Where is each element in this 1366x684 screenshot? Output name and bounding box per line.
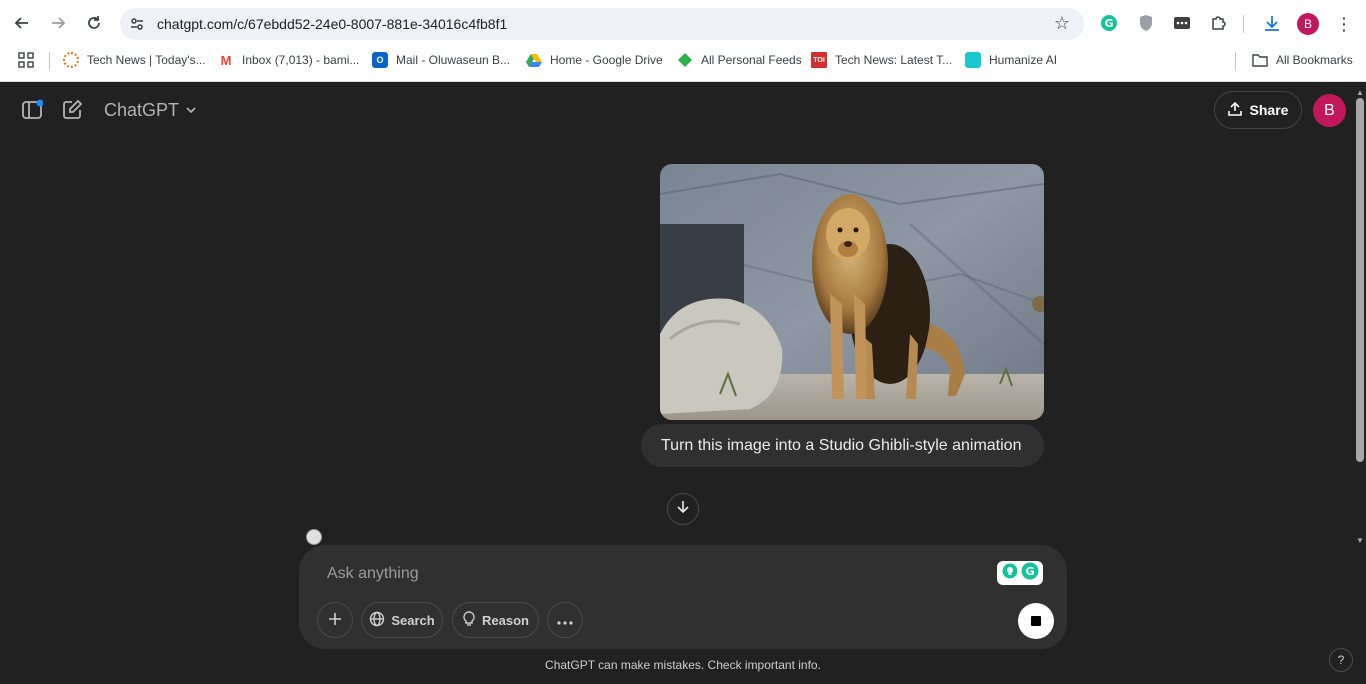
grammarly-extension-icon[interactable]: G: [1099, 13, 1119, 33]
chatgpt-app: ChatGPT Share B ▲ ▼ Turn this image into…: [0, 82, 1366, 684]
bookmark-google-drive[interactable]: Home - Google Drive: [526, 52, 663, 68]
scroll-thumb[interactable]: [1356, 98, 1364, 462]
tech-news-favicon: [63, 52, 79, 68]
reason-label: Reason: [482, 612, 529, 628]
bookmark-label: Humanize AI: [989, 53, 1058, 67]
lightbulb-icon: [462, 610, 476, 630]
all-bookmarks-folder[interactable]: All Bookmarks: [1252, 52, 1353, 68]
outlook-favicon: O: [372, 52, 388, 68]
apps-grid-icon[interactable]: [18, 52, 34, 68]
google-drive-favicon: [526, 52, 542, 68]
model-title: ChatGPT: [104, 100, 180, 120]
bookmark-tech-news-latest[interactable]: TOI Tech News: Latest T...: [811, 52, 952, 68]
more-tools-button[interactable]: [547, 602, 583, 638]
forward-icon[interactable]: [44, 9, 72, 37]
new-chat-icon[interactable]: [60, 98, 84, 122]
bookmark-label: All Personal Feeds: [701, 53, 802, 67]
search-label: Search: [391, 612, 435, 628]
user-avatar[interactable]: B: [1313, 94, 1346, 127]
bookmark-label: Tech News | Today's...: [87, 53, 206, 67]
extensions-puzzle-icon[interactable]: [1209, 13, 1229, 33]
svg-text:G: G: [1025, 565, 1034, 578]
back-icon[interactable]: [8, 9, 36, 37]
bookmark-label: Home - Google Drive: [550, 53, 663, 67]
browser-profile-avatar[interactable]: B: [1297, 13, 1319, 35]
stop-icon: [1031, 616, 1041, 626]
scroll-to-bottom-button[interactable]: [667, 493, 699, 525]
help-button[interactable]: ?: [1329, 648, 1353, 672]
disclaimer-text: ChatGPT can make mistakes. Check importa…: [545, 658, 821, 672]
address-bar[interactable]: chatgpt.com/c/67ebdd52-24e0-8007-881e-34…: [120, 8, 1084, 40]
share-icon: [1227, 101, 1242, 119]
app-header: ChatGPT Share B: [0, 82, 1366, 138]
folder-icon: [1252, 52, 1268, 68]
user-message-text: Turn this image into a Studio Ghibli-sty…: [661, 436, 1022, 454]
svg-text:G: G: [1104, 17, 1113, 30]
bookmarks-divider: [1235, 52, 1236, 70]
bookmark-tech-news[interactable]: Tech News | Today's...: [63, 52, 206, 68]
shield-extension-icon[interactable]: [1136, 13, 1156, 33]
browser-chrome: chatgpt.com/c/67ebdd52-24e0-8007-881e-34…: [0, 0, 1366, 82]
bookmark-humanize-ai[interactable]: Humanize AI: [965, 52, 1057, 68]
scroll-up-arrow-icon[interactable]: ▲: [1356, 88, 1364, 97]
toi-favicon: TOI: [811, 52, 827, 68]
bookmarks-bar: Tech News | Today's... M Inbox (7,013) -…: [0, 46, 1366, 76]
bookmark-label: Inbox (7,013) - bami...: [242, 53, 360, 67]
grammarly-badge[interactable]: G: [997, 561, 1043, 585]
model-selector[interactable]: ChatGPT: [104, 100, 197, 121]
bookmark-label: Mail - Oluwaseun B...: [396, 53, 511, 67]
reason-button[interactable]: Reason: [452, 602, 539, 638]
scroll-down-arrow-icon[interactable]: ▼: [1356, 536, 1364, 545]
message-input[interactable]: Ask anything: [327, 565, 419, 583]
message-composer[interactable]: Ask anything G Search Reason: [299, 545, 1067, 649]
arrow-down-icon: [676, 500, 690, 519]
bookmark-inbox[interactable]: M Inbox (7,013) - bami...: [218, 52, 360, 68]
url-text: chatgpt.com/c/67ebdd52-24e0-8007-881e-34…: [157, 16, 508, 32]
attach-button[interactable]: [317, 602, 353, 638]
browser-toolbar: chatgpt.com/c/67ebdd52-24e0-8007-881e-34…: [0, 0, 1366, 46]
mouse-cursor-indicator: [306, 529, 322, 545]
scrollbar[interactable]: ▲ ▼: [1354, 88, 1366, 548]
bookmark-star-icon[interactable]: ☆: [1054, 13, 1070, 34]
browser-menu-icon[interactable]: ⋮: [1335, 13, 1353, 35]
bookmark-label: Tech News: Latest T...: [835, 53, 953, 67]
stop-generating-button[interactable]: [1018, 603, 1054, 639]
ellipsis-icon: [557, 613, 573, 628]
plus-icon: [328, 612, 342, 629]
toolbar-divider: [1243, 15, 1244, 33]
globe-icon: [369, 611, 385, 630]
share-button[interactable]: Share: [1214, 91, 1302, 129]
all-bookmarks-label: All Bookmarks: [1276, 53, 1353, 67]
site-info-icon[interactable]: [128, 15, 146, 33]
gmail-favicon: M: [220, 52, 232, 68]
humanize-ai-favicon: [965, 52, 981, 68]
search-button[interactable]: Search: [361, 602, 443, 638]
user-message-bubble: Turn this image into a Studio Ghibli-sty…: [641, 424, 1044, 467]
grammarly-icon: G: [1021, 562, 1039, 585]
sidebar-toggle-icon[interactable]: [20, 98, 44, 122]
feedly-favicon: [677, 52, 693, 68]
bookmark-mail[interactable]: O Mail - Oluwaseun B...: [372, 52, 510, 68]
reload-icon[interactable]: [80, 9, 108, 37]
lion-photo: [660, 164, 1044, 420]
lightbulb-icon: [1002, 563, 1018, 584]
bookmarks-divider: [49, 52, 50, 70]
share-label: Share: [1249, 102, 1289, 118]
chevron-down-icon: [185, 100, 197, 121]
user-uploaded-image[interactable]: [660, 164, 1044, 420]
bookmark-personal-feeds[interactable]: All Personal Feeds: [677, 52, 802, 68]
download-icon[interactable]: [1262, 13, 1282, 33]
password-extension-icon[interactable]: [1172, 13, 1192, 33]
